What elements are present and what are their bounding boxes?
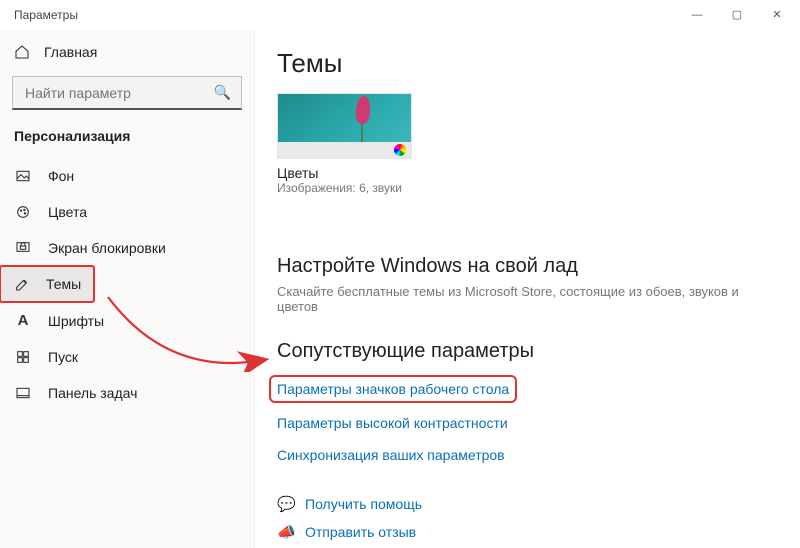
home-link[interactable]: Главная — [0, 36, 254, 68]
sidebar-item-label: Цвета — [48, 204, 87, 220]
sidebar-item-background[interactable]: Фон — [0, 158, 254, 194]
theme-thumbnail — [277, 93, 412, 159]
feedback-label: Отправить отзыв — [305, 524, 416, 540]
main-panel: Темы Цветы Изображения: 6, звуки Настрой… — [255, 30, 800, 548]
theme-tile[interactable]: Цветы Изображения: 6, звуки — [277, 93, 412, 195]
get-help-label: Получить помощь — [305, 496, 422, 512]
sidebar-item-label: Экран блокировки — [48, 240, 166, 256]
sidebar-item-label: Фон — [48, 168, 74, 184]
close-button[interactable]: ✕ — [762, 0, 792, 30]
help-icon: 💬 — [277, 495, 295, 513]
start-icon — [14, 349, 32, 365]
section-heading: Персонализация — [0, 124, 254, 158]
palette-icon — [14, 204, 32, 220]
sidebar-item-label: Пуск — [48, 349, 78, 365]
sidebar: Главная 🔍 Персонализация Фон Цвета Экран… — [0, 30, 255, 548]
color-wheel-icon — [394, 144, 406, 156]
fonts-icon: A — [14, 312, 32, 329]
sidebar-item-label: Темы — [46, 276, 81, 292]
sidebar-item-label: Шрифты — [48, 313, 104, 329]
search-field[interactable] — [23, 84, 214, 102]
feedback-link[interactable]: 📣 Отправить отзыв — [277, 523, 778, 541]
picture-icon — [14, 168, 32, 184]
taskbar-icon — [14, 385, 32, 401]
sidebar-item-label: Панель задач — [48, 385, 137, 401]
sidebar-item-themes[interactable]: Темы — [0, 266, 94, 302]
sidebar-item-start[interactable]: Пуск — [0, 339, 254, 375]
page-title: Темы — [277, 48, 778, 79]
themes-icon — [14, 276, 30, 292]
get-help-link[interactable]: 💬 Получить помощь — [277, 495, 778, 513]
home-icon — [14, 44, 30, 60]
desktop-icons-link[interactable]: Параметры значков рабочего стола — [273, 379, 513, 399]
related-heading: Сопутствующие параметры — [277, 340, 778, 363]
titlebar: Параметры — ▢ ✕ — [0, 0, 800, 30]
search-input[interactable]: 🔍 — [12, 76, 242, 110]
theme-name: Цветы — [277, 165, 412, 181]
window-title: Параметры — [8, 8, 78, 22]
sidebar-item-taskbar[interactable]: Панель задач — [0, 375, 254, 411]
window-controls: — ▢ ✕ — [682, 0, 792, 30]
sidebar-item-lockscreen[interactable]: Экран блокировки — [0, 230, 254, 266]
maximize-button[interactable]: ▢ — [722, 0, 752, 30]
customize-heading: Настройте Windows на свой лад — [277, 255, 778, 278]
search-icon: 🔍 — [214, 84, 231, 101]
customize-description: Скачайте бесплатные темы из Microsoft St… — [277, 284, 778, 314]
lockscreen-icon — [14, 240, 32, 256]
feedback-icon: 📣 — [277, 523, 295, 541]
minimize-button[interactable]: — — [682, 0, 712, 30]
sidebar-item-colors[interactable]: Цвета — [0, 194, 254, 230]
sidebar-item-fonts[interactable]: A Шрифты — [0, 302, 254, 339]
home-label: Главная — [44, 44, 97, 60]
theme-subtitle: Изображения: 6, звуки — [277, 181, 412, 195]
high-contrast-link[interactable]: Параметры высокой контрастности — [277, 415, 508, 431]
sync-settings-link[interactable]: Синхронизация ваших параметров — [277, 447, 505, 463]
